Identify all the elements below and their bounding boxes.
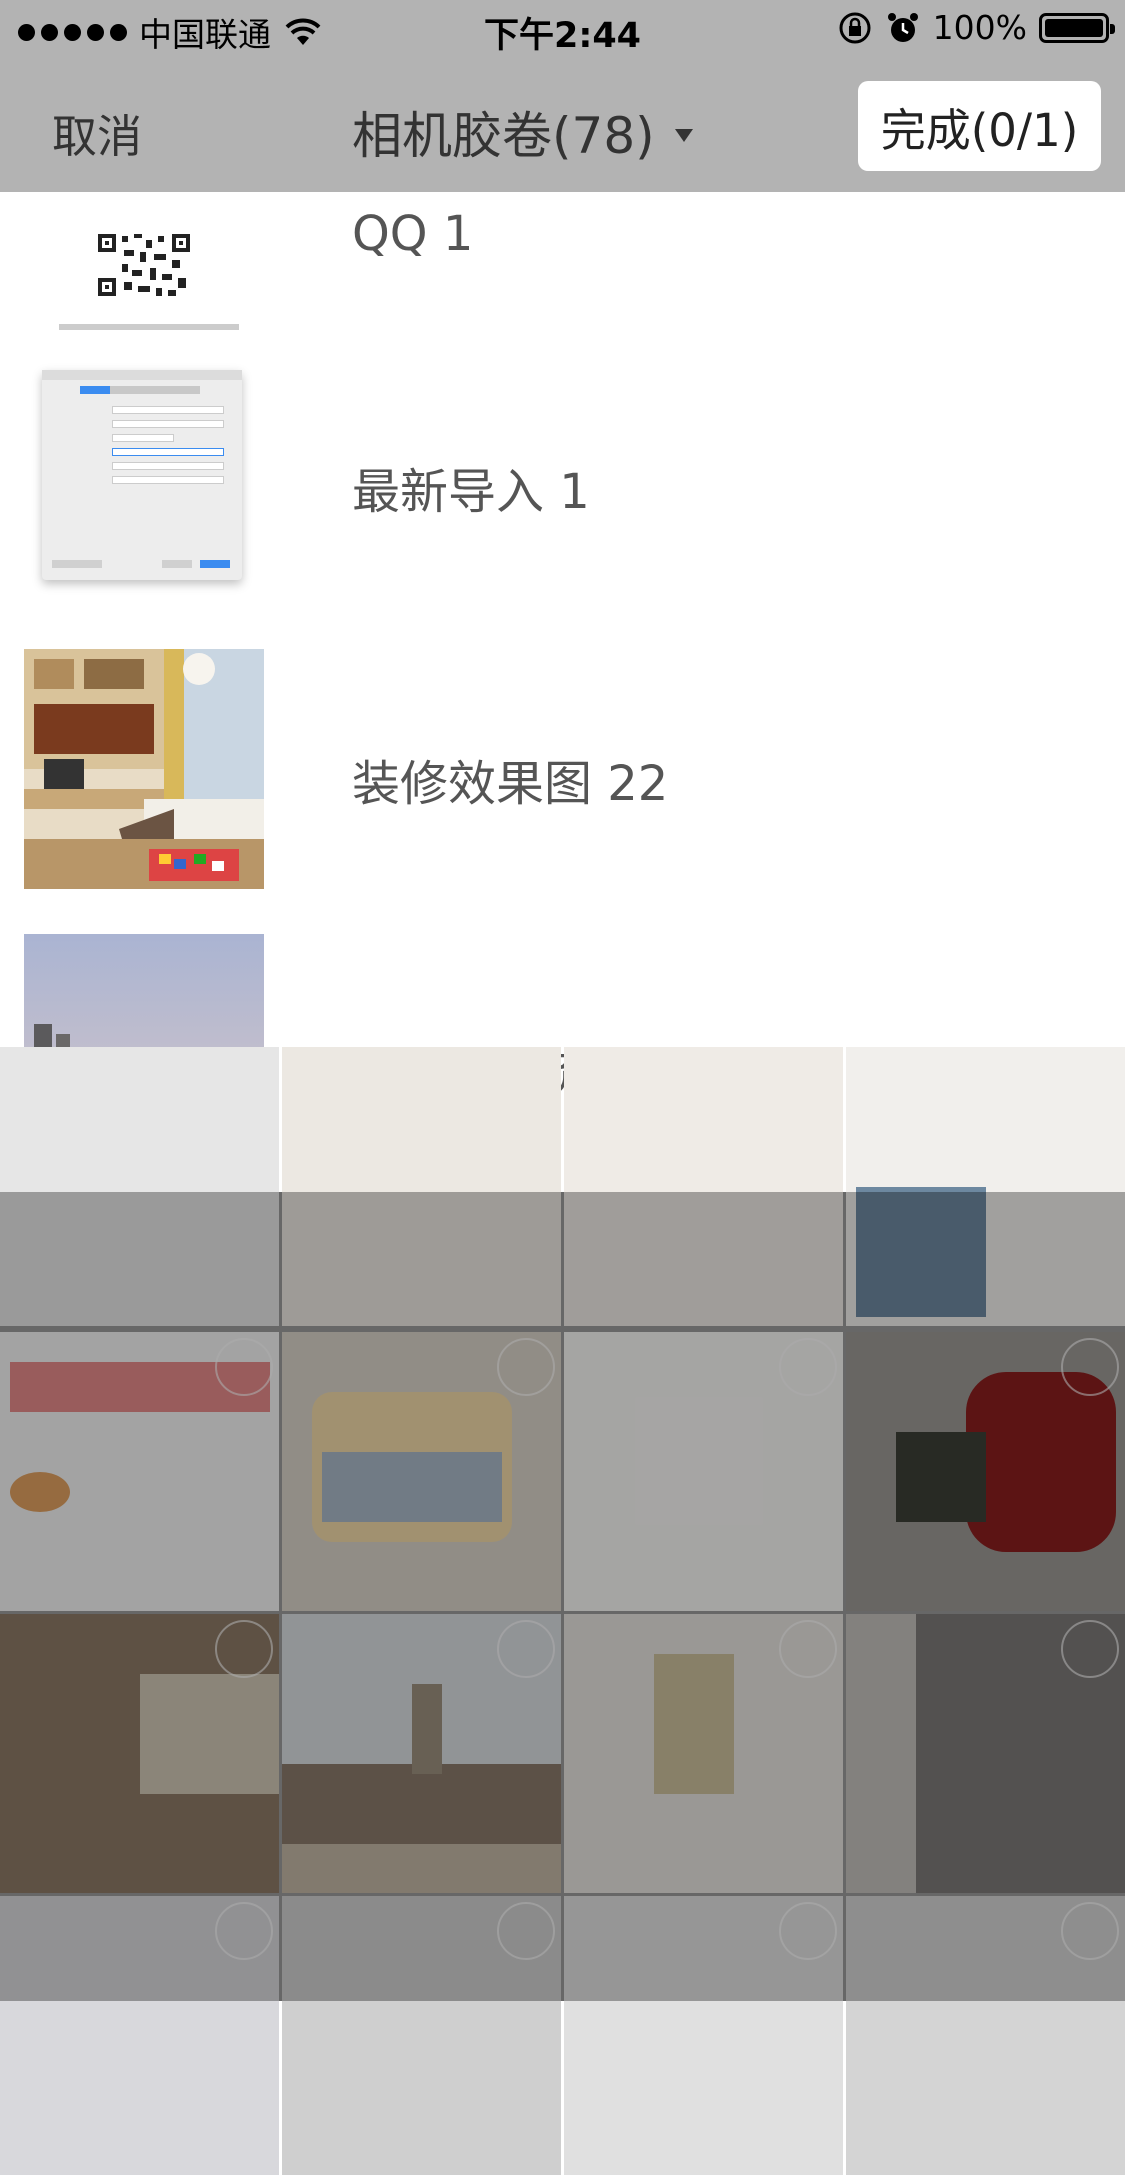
select-circle-icon[interactable]	[497, 1338, 555, 1396]
album-name: QQ 1	[352, 206, 474, 262]
album-name: 最新导入 1	[352, 464, 590, 520]
photo-cell[interactable]	[564, 1896, 843, 2175]
photo-cell[interactable]	[846, 1047, 1125, 1326]
photo-cell[interactable]	[564, 1614, 843, 1893]
select-circle-icon[interactable]	[215, 1620, 273, 1678]
rotation-lock-icon	[839, 12, 871, 43]
photo-grid	[0, 1047, 1125, 2175]
battery-percent: 100%	[932, 8, 1027, 47]
select-circle-icon[interactable]	[215, 1338, 273, 1396]
photo-cell[interactable]	[282, 1332, 561, 1611]
qr-code-icon	[94, 230, 194, 300]
bedroom-interior-thumbnail	[24, 649, 264, 889]
album-title-label: 相机胶卷(78)	[352, 107, 655, 165]
album-name: 装修效果图 22	[352, 756, 669, 812]
battery-icon	[1039, 12, 1115, 43]
cancel-button[interactable]: 取消	[52, 100, 142, 165]
photo-cell[interactable]	[282, 1896, 561, 2175]
alarm-icon	[887, 12, 918, 42]
photo-cell[interactable]	[282, 1614, 561, 1893]
photo-cell[interactable]	[0, 1332, 279, 1611]
photo-cell[interactable]	[0, 1896, 279, 2175]
dialog-screenshot-thumbnail	[24, 356, 264, 596]
album-picker-title[interactable]: 相机胶卷(78)	[352, 96, 693, 168]
select-circle-icon[interactable]	[497, 1620, 555, 1678]
status-bar: 中国联通 下午2:44 100%	[0, 0, 1125, 62]
select-circle-icon[interactable]	[779, 1620, 837, 1678]
nav-bar: 取消 相机胶卷(78) 完成(0/1)	[0, 62, 1125, 192]
select-circle-icon[interactable]	[779, 1902, 837, 1960]
select-circle-icon[interactable]	[779, 1338, 837, 1396]
status-right: 100%	[837, 8, 1115, 47]
photo-cell[interactable]	[846, 1896, 1125, 2175]
photo-cell[interactable]	[282, 1047, 561, 1326]
select-circle-icon[interactable]	[1061, 1338, 1119, 1396]
qr-code-thumbnail	[24, 192, 264, 352]
photo-cell[interactable]	[846, 1332, 1125, 1611]
select-circle-icon[interactable]	[1061, 1902, 1119, 1960]
select-circle-icon[interactable]	[1061, 1620, 1119, 1678]
photo-cell[interactable]	[0, 1614, 279, 1893]
album-row-recent-import[interactable]: 最新导入 1	[0, 340, 1125, 626]
photo-cell[interactable]	[564, 1332, 843, 1611]
select-circle-icon[interactable]	[497, 1902, 555, 1960]
album-row-renovation[interactable]: 装修效果图 22	[0, 634, 1125, 920]
photo-cell[interactable]	[564, 1047, 843, 1326]
done-button[interactable]: 完成(0/1)	[858, 81, 1101, 171]
caret-down-icon	[674, 128, 693, 142]
photo-cell[interactable]	[846, 1614, 1125, 1893]
qr-caption-line	[59, 324, 239, 330]
select-circle-icon[interactable]	[215, 1902, 273, 1960]
dialog-preview	[42, 370, 242, 580]
album-list: QQ 1 最新导入 1 装修效果图 22	[0, 192, 1125, 1192]
photo-cell[interactable]	[0, 1047, 279, 1326]
